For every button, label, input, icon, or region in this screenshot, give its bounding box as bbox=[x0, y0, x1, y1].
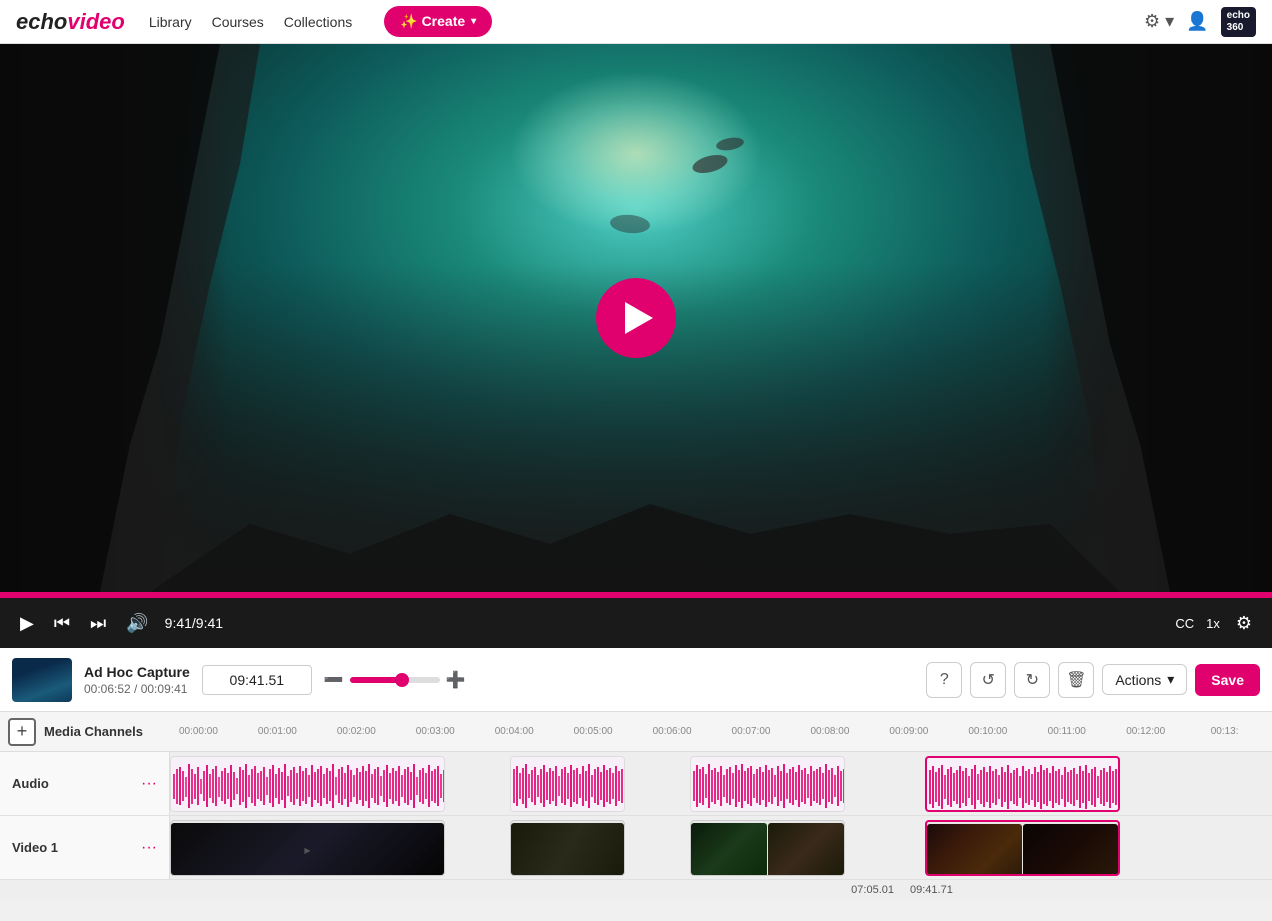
redo-button[interactable]: ↻ bbox=[1014, 662, 1050, 698]
timeline-header: + Media Channels 00:00:00 00:01:00 00:02… bbox=[0, 712, 1272, 752]
audio-clip-3[interactable] bbox=[690, 756, 845, 812]
delete-button[interactable]: 🗑 bbox=[1058, 662, 1094, 698]
progress-fill bbox=[0, 592, 1272, 598]
time-input-wrap bbox=[202, 665, 312, 695]
waveform-1: // inline waveform generation via style bbox=[171, 759, 445, 812]
rewind-button[interactable]: ⏮ bbox=[50, 609, 74, 638]
ruler-mark-2: 00:02:00 bbox=[317, 726, 396, 737]
volume-thumb bbox=[395, 673, 409, 687]
volume-increase-button[interactable]: ➕ bbox=[446, 670, 466, 690]
settings-icon-button[interactable]: ⚙ ▾ bbox=[1144, 11, 1174, 32]
volume-button[interactable]: 🔊 bbox=[122, 609, 152, 638]
controls-bar: ▶ ⏮ ⏭ 🔊 9:41/9:41 CC 1x ⚙ bbox=[0, 598, 1272, 648]
video-clip-3[interactable] bbox=[690, 820, 845, 876]
video-track-content[interactable]: ▶ bbox=[170, 816, 1272, 879]
waveform-3 bbox=[691, 759, 845, 812]
add-channel-button[interactable]: + bbox=[8, 718, 36, 746]
echo360-badge: echo360 bbox=[1221, 7, 1256, 37]
timeline-container: + Media Channels 00:00:00 00:01:00 00:02… bbox=[0, 712, 1272, 900]
help-button[interactable]: ? bbox=[926, 662, 962, 698]
ruler-mark-8: 00:08:00 bbox=[790, 726, 869, 737]
create-button[interactable]: ✨ Create ▾ bbox=[384, 6, 492, 37]
play-icon bbox=[625, 302, 653, 334]
logo-echo: echo bbox=[16, 9, 67, 35]
light-glow bbox=[509, 71, 763, 235]
save-button[interactable]: Save bbox=[1195, 664, 1260, 696]
ruler-mark-9: 00:09:00 bbox=[869, 726, 948, 737]
time-display: 9:41/9:41 bbox=[165, 615, 223, 631]
ruler-mark-4: 00:04:00 bbox=[475, 726, 554, 737]
nav-courses[interactable]: Courses bbox=[212, 14, 264, 30]
volume-decrease-button[interactable]: ➖ bbox=[324, 670, 344, 690]
time-markers: 07:05.01 09:41.71 bbox=[0, 880, 1272, 900]
actions-chevron: ▾ bbox=[1167, 671, 1174, 688]
logo-video: video bbox=[67, 9, 124, 35]
ruler-mark-0: 00:00:00 bbox=[159, 726, 238, 737]
ruler-mark-1: 00:01:00 bbox=[238, 726, 317, 737]
ruler-mark-3: 00:03:00 bbox=[396, 726, 475, 737]
navbar: echovideo Library Courses Collections ✨ … bbox=[0, 0, 1272, 44]
audio-track-name: Audio bbox=[12, 776, 49, 791]
time-input[interactable] bbox=[202, 665, 312, 695]
waveform-4 bbox=[927, 760, 1120, 812]
media-thumb-inner bbox=[12, 658, 72, 702]
media-time: 00:06:52 / 00:09:41 bbox=[84, 682, 190, 696]
nav-collections[interactable]: Collections bbox=[284, 14, 352, 30]
volume-controls: ➖ ➕ bbox=[324, 670, 466, 690]
audio-clip-4-selected[interactable]: ⊞ ≡ ⊡ 00:09:41 bbox=[925, 756, 1120, 812]
play-pause-button[interactable]: ▶ bbox=[16, 609, 38, 638]
ruler-mark-13: 00:13: bbox=[1185, 726, 1264, 737]
waveform-2 bbox=[511, 759, 625, 812]
user-icon-button[interactable]: 👤 bbox=[1186, 11, 1208, 32]
time-marker-1: 07:05.01 bbox=[170, 884, 902, 896]
media-channels-label: Media Channels bbox=[44, 724, 143, 739]
video-clip-4-selected[interactable] bbox=[925, 820, 1120, 876]
audio-track-row: Audio ··· // inline waveform generation … bbox=[0, 752, 1272, 816]
fast-forward-button[interactable]: ⏭ bbox=[86, 609, 110, 638]
nav-right: ⚙ ▾ 👤 echo360 bbox=[1144, 7, 1256, 37]
audio-track-label: Audio ··· bbox=[0, 752, 170, 815]
settings-button[interactable]: ⚙ bbox=[1232, 609, 1256, 638]
create-chevron: ▾ bbox=[471, 16, 476, 27]
ruler-mark-7: 00:07:00 bbox=[712, 726, 791, 737]
video-track-label: Video 1 ··· bbox=[0, 816, 170, 879]
actions-label: Actions bbox=[1115, 672, 1161, 688]
progress-bar[interactable] bbox=[0, 592, 1272, 598]
editor-bar: Ad Hoc Capture 00:06:52 / 00:09:41 ➖ ➕ ?… bbox=[0, 648, 1272, 712]
media-thumbnail bbox=[12, 658, 72, 702]
play-button[interactable] bbox=[596, 278, 676, 358]
audio-track-menu[interactable]: ··· bbox=[141, 775, 157, 793]
ruler-mark-6: 00:06:00 bbox=[633, 726, 712, 737]
video-track-row: Video 1 ··· ▶ bbox=[0, 816, 1272, 880]
undo-button[interactable]: ↺ bbox=[970, 662, 1006, 698]
video-clip-1[interactable]: ▶ bbox=[170, 820, 445, 876]
nav-links: Library Courses Collections ✨ Create ▾ bbox=[149, 6, 492, 37]
nav-library[interactable]: Library bbox=[149, 14, 192, 30]
editor-actions: ? ↺ ↻ 🗑 Actions ▾ Save bbox=[926, 662, 1260, 698]
media-info: Ad Hoc Capture 00:06:52 / 00:09:41 bbox=[84, 664, 190, 696]
logo: echovideo bbox=[16, 9, 125, 35]
create-label: ✨ Create bbox=[400, 13, 465, 30]
media-title: Ad Hoc Capture bbox=[84, 664, 190, 680]
ruler-mark-12: 00:12:00 bbox=[1106, 726, 1185, 737]
canyon-right-shadow bbox=[1043, 44, 1272, 592]
audio-clip-2[interactable] bbox=[510, 756, 625, 812]
ruler-mark-5: 00:05:00 bbox=[554, 726, 633, 737]
video-track-name: Video 1 bbox=[12, 840, 58, 855]
actions-button[interactable]: Actions ▾ bbox=[1102, 664, 1187, 695]
speed-label[interactable]: 1x bbox=[1206, 616, 1220, 631]
time-marker-2: 09:41.71 bbox=[902, 884, 1272, 896]
video-clip-2[interactable] bbox=[510, 820, 625, 876]
timeline-ruler: 00:00:00 00:01:00 00:02:00 00:03:00 00:0… bbox=[159, 726, 1264, 737]
ruler-mark-11: 00:11:00 bbox=[1027, 726, 1106, 737]
ruler-mark-10: 00:10:00 bbox=[948, 726, 1027, 737]
video-container bbox=[0, 44, 1272, 592]
audio-track-content[interactable]: // inline waveform generation via style bbox=[170, 752, 1272, 815]
cc-label[interactable]: CC bbox=[1175, 616, 1194, 631]
video-track-menu[interactable]: ··· bbox=[141, 839, 157, 857]
controls-right: CC 1x ⚙ bbox=[1175, 609, 1256, 638]
volume-slider[interactable] bbox=[350, 677, 440, 683]
audio-clip-1[interactable]: // inline waveform generation via style bbox=[170, 756, 445, 812]
